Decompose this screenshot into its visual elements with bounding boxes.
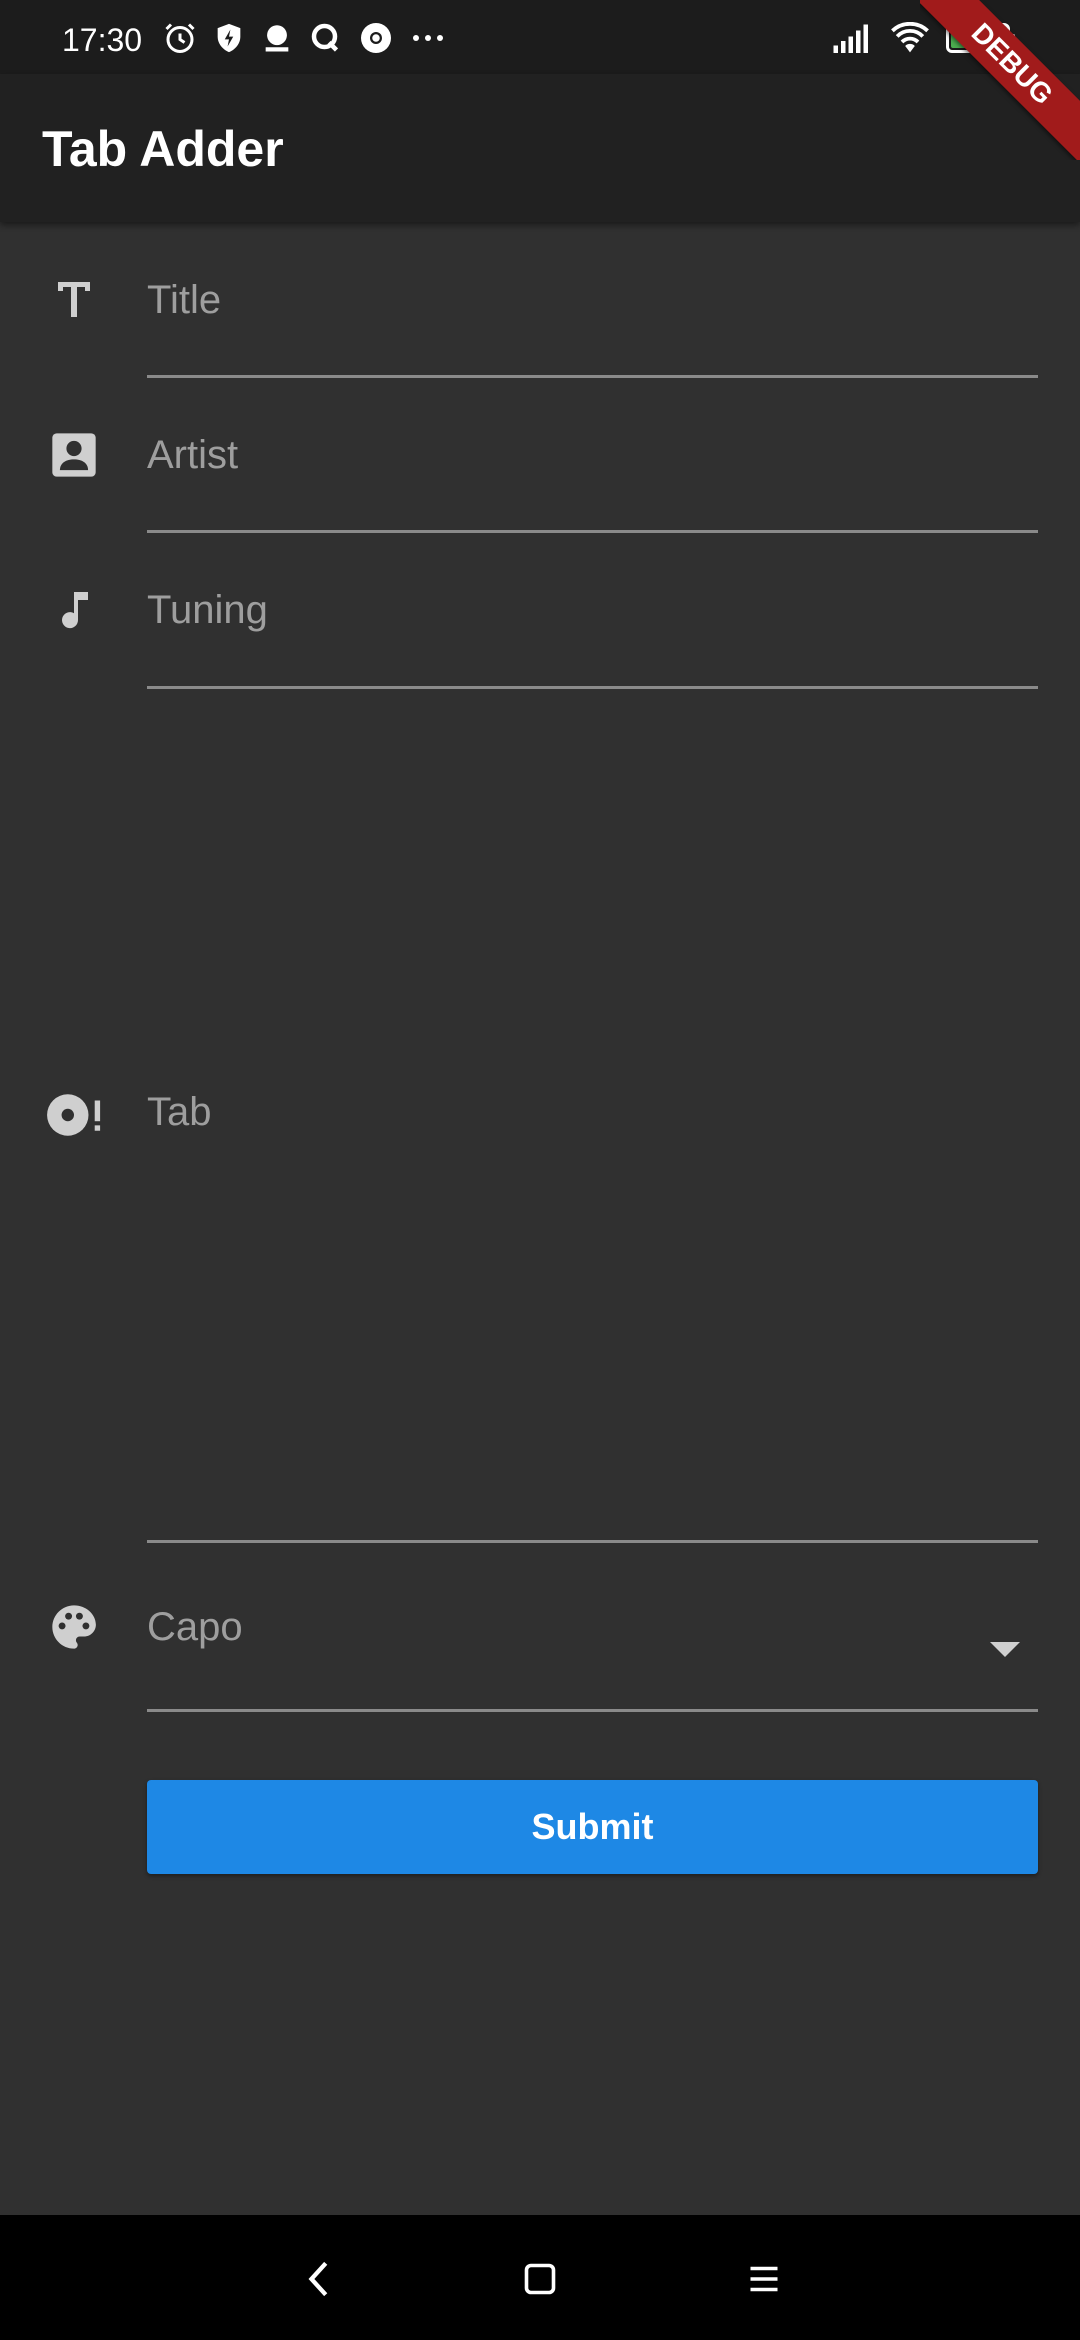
- palette-icon: [44, 1597, 104, 1657]
- disc-alert-icon: [44, 1085, 104, 1145]
- title-text-icon: [44, 270, 104, 330]
- dropdown-arrow-icon: [990, 1642, 1020, 1657]
- navigation-bar: [0, 2215, 1080, 2340]
- title-input[interactable]: [147, 270, 1038, 330]
- more-dots-icon: [413, 35, 443, 41]
- chrome-icon: [361, 23, 391, 53]
- capo-underline: [147, 1709, 1038, 1712]
- battery-icon: 55: [946, 23, 1015, 53]
- artist-underline: [147, 530, 1038, 533]
- home-icon[interactable]: [512, 2251, 568, 2307]
- shield-icon: [217, 23, 241, 53]
- app-bar: Tab Adder: [0, 74, 1080, 222]
- signal-icon: [833, 24, 868, 53]
- page-title: Tab Adder: [42, 121, 284, 177]
- music-note-icon: [44, 580, 104, 640]
- status-icons-left: [162, 18, 448, 58]
- status-bar: 17:30 55: [0, 0, 1080, 74]
- tab-input[interactable]: [147, 1090, 1038, 1530]
- contact-card-icon: [44, 425, 104, 485]
- capo-placeholder: Capo: [147, 1605, 243, 1649]
- notification-icon: [265, 25, 289, 52]
- capo-dropdown[interactable]: Capo: [147, 1580, 1038, 1710]
- tuning-underline: [147, 686, 1038, 689]
- battery-level: 55: [967, 28, 989, 48]
- menu-icon[interactable]: [736, 2251, 792, 2307]
- status-icons-right: 55: [832, 18, 1015, 58]
- q-app-icon: [311, 23, 339, 52]
- submit-button[interactable]: Submit: [147, 1780, 1038, 1874]
- status-time: 17:30: [62, 22, 143, 58]
- tuning-input[interactable]: [147, 580, 1038, 640]
- alarm-icon: [165, 23, 195, 53]
- title-underline: [147, 375, 1038, 378]
- artist-input[interactable]: [147, 425, 1038, 485]
- wifi-icon: [891, 22, 929, 53]
- tab-underline: [147, 1540, 1038, 1543]
- battery-tip: [1010, 34, 1015, 44]
- back-icon[interactable]: [292, 2251, 348, 2307]
